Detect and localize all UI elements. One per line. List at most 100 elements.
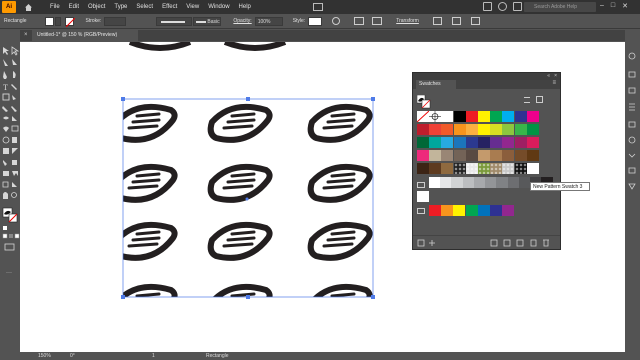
transform-link[interactable]: Transform <box>396 18 419 24</box>
swatch-color[interactable] <box>526 124 539 135</box>
artboard-number[interactable]: 1 <box>152 353 155 359</box>
menu-window[interactable]: Window <box>208 4 229 10</box>
stroke-weight-field[interactable] <box>104 16 127 26</box>
swatch-pattern[interactable] <box>490 163 503 174</box>
swatch-color[interactable] <box>429 124 442 135</box>
maximize-icon[interactable]: □ <box>611 2 615 10</box>
swatch-gray[interactable] <box>518 177 531 188</box>
menu-effect[interactable]: Effect <box>162 4 177 10</box>
swatch-pattern[interactable] <box>514 163 527 174</box>
minimize-icon[interactable]: – <box>600 2 604 10</box>
swatch-color[interactable] <box>417 124 429 135</box>
shape-options-icon[interactable] <box>372 17 383 25</box>
swatch-gray[interactable] <box>496 177 509 188</box>
menu-view[interactable]: View <box>186 4 199 10</box>
swatch-pattern[interactable] <box>502 163 515 174</box>
swatch-color[interactable] <box>514 124 527 135</box>
panel-collapse-icon[interactable]: « <box>547 73 550 79</box>
home-icon[interactable] <box>22 1 34 13</box>
document-tab-close-icon[interactable]: × <box>24 30 28 41</box>
swatch-color[interactable] <box>514 111 527 122</box>
swatch-color[interactable] <box>453 150 466 161</box>
swatch-color[interactable] <box>514 137 527 148</box>
swatch-bright[interactable] <box>477 205 490 216</box>
brush-dropdown[interactable]: Basic <box>193 16 222 26</box>
swatches-titlebar[interactable]: « × <box>413 73 560 80</box>
swatch-color[interactable] <box>441 150 454 161</box>
swatch-color[interactable] <box>526 111 539 122</box>
menu-edit[interactable]: Edit <box>69 4 79 10</box>
swatch-bright[interactable] <box>490 205 502 216</box>
arrange-documents-icon[interactable] <box>313 3 323 11</box>
panel-close-icon[interactable]: × <box>554 73 557 79</box>
swatch-color[interactable] <box>526 137 539 148</box>
list-view-icon[interactable] <box>524 97 530 103</box>
swatch-color[interactable] <box>478 124 490 135</box>
swatch-color[interactable] <box>478 150 490 161</box>
swatch-color[interactable] <box>429 150 442 161</box>
swatch-color[interactable] <box>490 150 503 161</box>
opacity-label[interactable]: Opacity: <box>233 18 251 24</box>
swatch-pattern[interactable] <box>465 163 478 174</box>
menu-select[interactable]: Select <box>136 4 153 10</box>
swatch-fill-stroke-icon[interactable] <box>417 95 431 109</box>
swatch-gray[interactable] <box>485 177 498 188</box>
menu-help[interactable]: Help <box>239 4 251 10</box>
swatch-color[interactable] <box>514 150 527 161</box>
swatch-color[interactable] <box>441 111 454 122</box>
variable-width-dropdown[interactable] <box>156 16 193 26</box>
swatch-color[interactable] <box>417 150 429 161</box>
swatch-color[interactable] <box>465 111 478 122</box>
swatch-gray[interactable] <box>462 177 475 188</box>
swatch-color[interactable] <box>526 150 539 161</box>
swatch-white[interactable] <box>417 191 429 202</box>
swatch-color[interactable] <box>429 163 442 174</box>
close-icon[interactable]: ✕ <box>622 2 628 10</box>
swatch-color[interactable] <box>478 111 490 122</box>
align-icon[interactable] <box>354 17 365 25</box>
swatch-color[interactable] <box>490 111 503 122</box>
swatch-color[interactable] <box>502 124 515 135</box>
control-menu-icon[interactable] <box>470 17 480 25</box>
swatch-color[interactable] <box>453 137 466 148</box>
swatch-none[interactable] <box>416 110 430 123</box>
swatch-bright[interactable] <box>465 205 478 216</box>
recolor-icon[interactable] <box>332 17 341 25</box>
swatch-color[interactable] <box>478 137 490 148</box>
menu-type[interactable]: Type <box>114 4 127 10</box>
swatch-color[interactable] <box>429 137 442 148</box>
swatch-pattern[interactable] <box>478 163 490 174</box>
swatch-color[interactable] <box>502 137 515 148</box>
swatch-color[interactable] <box>417 137 429 148</box>
swatch-color[interactable] <box>490 137 503 148</box>
swatch-color[interactable] <box>441 163 454 174</box>
swatch-bright[interactable] <box>441 205 454 216</box>
swatch-gray[interactable] <box>429 177 441 188</box>
swatch-pattern[interactable] <box>526 163 539 174</box>
tool-icons[interactable]: T ··· <box>0 42 20 352</box>
swatch-bright[interactable] <box>502 205 515 216</box>
swatch-color[interactable] <box>502 111 515 122</box>
workspace-icon[interactable] <box>483 2 492 11</box>
swatch-color[interactable] <box>465 124 478 135</box>
opacity-field[interactable]: 100% <box>254 16 283 26</box>
swatch-color[interactable] <box>441 124 454 135</box>
isolate-icon[interactable] <box>432 17 442 25</box>
swatch-color[interactable] <box>441 137 454 148</box>
swatch-color[interactable] <box>502 150 515 161</box>
swatch-registration[interactable] <box>429 111 442 122</box>
grid-view-icon[interactable] <box>536 96 543 103</box>
panel-menu-icon[interactable] <box>451 17 461 25</box>
color-group-folder-icon[interactable] <box>417 208 425 214</box>
lightbulb-icon[interactable] <box>498 2 507 11</box>
swatches-tab[interactable]: Swatches <box>416 80 456 89</box>
swatch-color[interactable] <box>490 124 503 135</box>
graphic-style-swatch[interactable] <box>308 16 323 26</box>
swatch-gray[interactable] <box>451 177 464 188</box>
swatch-color[interactable] <box>453 111 466 122</box>
rotation-angle[interactable]: 0° <box>70 353 75 359</box>
swatch-color[interactable] <box>465 150 478 161</box>
document-tab[interactable]: Untitled-1* @ 150 % (RGB/Preview) <box>32 30 138 41</box>
swatch-color[interactable] <box>453 124 466 135</box>
fill-dropdown[interactable] <box>54 16 61 26</box>
